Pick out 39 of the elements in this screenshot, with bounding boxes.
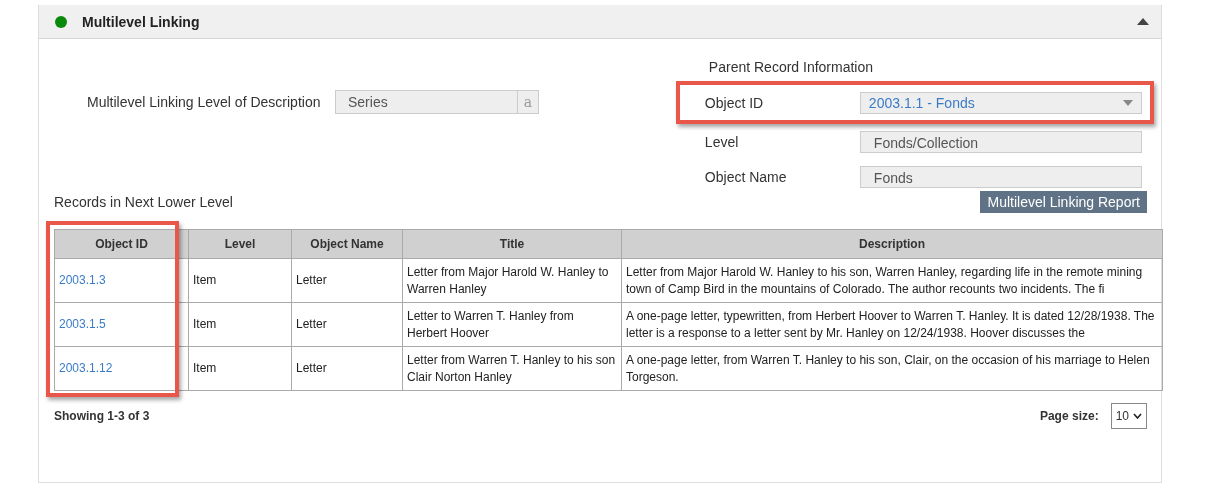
object-id-dropdown[interactable]: 2003.1.1 - Fonds — [859, 91, 1142, 114]
field-label: Object ID — [704, 94, 765, 111]
readonly-field: Fonds/Collection — [859, 130, 1142, 153]
table-cell: Letter from Major Harold W. Hanley to Warren Hanley — [402, 258, 622, 303]
table-cell: Item — [188, 302, 292, 347]
dropdown-caret-icon — [1123, 99, 1133, 106]
table-cell: A one-page letter, from Warren T. Hanley to his son, Clair, on the occasion of his marriage to Helen Torgeson. — [621, 346, 1163, 391]
section-heading: Records in Next Lower Level — [54, 194, 233, 210]
record-count: Showing 1-3 of 3 — [54, 409, 150, 423]
status-dot-icon — [55, 15, 67, 28]
table-cell: Item — [188, 346, 292, 391]
table-cell: Letter — [291, 346, 403, 391]
table-cell: Letter to Warren T. Hanley from Herbert Hoover — [402, 302, 622, 347]
field-label: Object Name — [704, 168, 788, 185]
object-id-link[interactable]: 2003.1.12 — [59, 361, 113, 375]
object-id-link[interactable]: 2003.1.3 — [59, 273, 106, 287]
table-cell: Letter — [291, 258, 403, 303]
section-heading: Parent Record Information — [708, 59, 875, 77]
page-size-select[interactable]: 10 — [1110, 403, 1147, 429]
report-button[interactable]: Multilevel Linking Report — [980, 191, 1147, 213]
table-cell: Letter from Warren T. Hanley to his son Clair Norton Hanley — [402, 346, 622, 391]
table-cell: Letter — [291, 302, 403, 347]
column-header[interactable]: Level — [188, 229, 292, 259]
field-label: Multilevel Linking Level of Description — [87, 94, 322, 110]
column-header[interactable]: Description — [621, 229, 1163, 259]
table-cell: Item — [188, 258, 292, 303]
column-header[interactable]: Object Name — [291, 229, 403, 259]
panel-title: Multilevel Linking — [82, 13, 200, 30]
column-header[interactable]: Title — [402, 229, 622, 259]
object-id-link[interactable]: 2003.1.5 — [59, 317, 106, 331]
page-size-label: Page size: — [1039, 409, 1099, 423]
field-label: Level — [704, 133, 740, 150]
chevron-down-icon — [1133, 413, 1142, 419]
table-cell: A one-page letter, typewritten, from Herbert Hoover to Warren T. Hanley. It is dated 12/28/1938. The letter is a response to a letter sent by Mr. Hanley on 12/24/1938. Hoover discusses the — [621, 302, 1163, 347]
table-cell: Letter from Major Harold W. Hanley to his son, Warren Hanley, regarding life in the remote mining town of Camp Bird in the mountains of Colorado. The author recounts two incidents. The fi — [621, 258, 1163, 303]
collapse-caret-icon[interactable] — [1137, 18, 1149, 25]
column-header[interactable]: Object ID — [54, 229, 189, 259]
level-of-description-field[interactable]: Series a — [335, 90, 539, 114]
readonly-field: Fonds — [859, 165, 1142, 188]
